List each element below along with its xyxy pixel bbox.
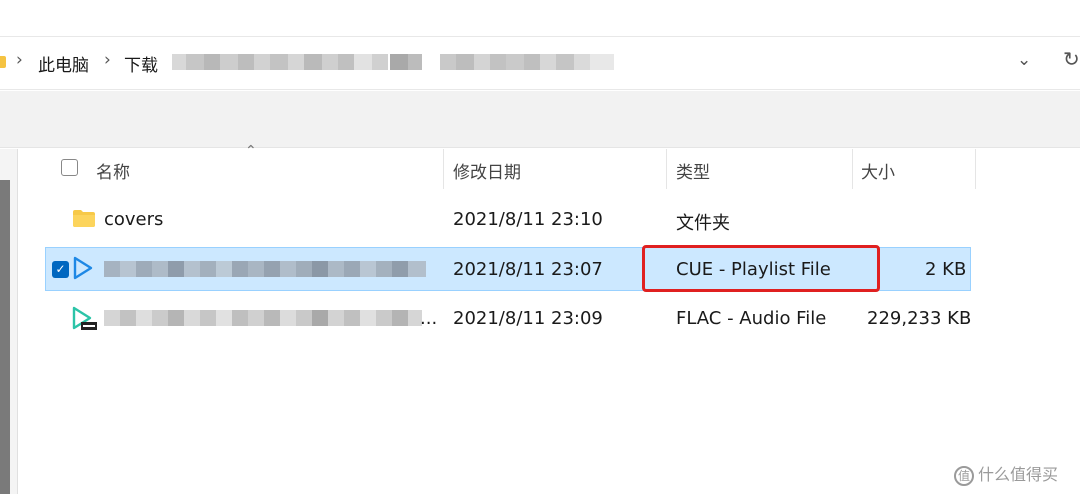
watermark-text: 什么值得买	[978, 465, 1059, 484]
select-all-checkbox[interactable]	[61, 159, 78, 176]
navigation-scrollbar[interactable]	[0, 180, 10, 494]
file-name-ellipsis: ...	[420, 308, 438, 329]
breadcrumb-chevron-icon: ›	[104, 50, 111, 70]
playlist-play-icon	[73, 256, 93, 280]
window-top-strip	[0, 0, 1080, 36]
file-type: FLAC - Audio File	[676, 308, 827, 329]
breadcrumb-this-pc[interactable]: 此电脑	[38, 51, 89, 76]
column-name-header[interactable]: 名称	[96, 158, 130, 183]
redacted-file-name	[104, 310, 422, 326]
column-size-header[interactable]: 大小	[861, 158, 895, 183]
sort-ascending-icon: ⌃	[245, 143, 257, 159]
column-type-header[interactable]: 类型	[676, 158, 710, 183]
annotation-highlight-box	[642, 245, 880, 292]
address-refresh-icon[interactable]: ↻	[1063, 47, 1080, 71]
file-size: 229,233 KB	[867, 308, 972, 329]
address-bar[interactable]: › 此电脑 › 下载 ⌄ ↻	[0, 36, 1080, 90]
breadcrumb-downloads[interactable]: 下载	[124, 51, 158, 76]
breadcrumb-chevron-icon: ›	[16, 50, 23, 70]
site-watermark: 值什么值得买	[954, 461, 1058, 486]
address-folder-icon	[0, 56, 6, 68]
zhi-icon: 值	[954, 465, 974, 486]
file-name[interactable]: covers	[104, 209, 163, 230]
file-date: 2021/8/11 23:10	[453, 209, 603, 230]
file-type: 文件夹	[676, 213, 730, 234]
redacted-file-name	[104, 261, 426, 277]
column-divider[interactable]	[443, 149, 444, 189]
column-header-row	[18, 149, 1080, 189]
column-divider[interactable]	[852, 149, 853, 189]
file-date: 2021/8/11 23:07	[453, 259, 603, 280]
flac-audio-icon	[72, 306, 97, 330]
address-dropdown-chevron-icon[interactable]: ⌄	[1017, 50, 1031, 70]
command-toolbar	[0, 91, 1080, 148]
column-divider[interactable]	[666, 149, 667, 189]
file-date: 2021/8/11 23:09	[453, 308, 603, 329]
file-size: 2 KB	[925, 259, 967, 280]
row-checkbox-checked[interactable]: ✓	[52, 261, 69, 278]
redacted-path	[172, 54, 614, 70]
folder-icon	[73, 210, 95, 227]
column-date-header[interactable]: 修改日期	[453, 158, 521, 183]
column-divider[interactable]	[975, 149, 976, 189]
